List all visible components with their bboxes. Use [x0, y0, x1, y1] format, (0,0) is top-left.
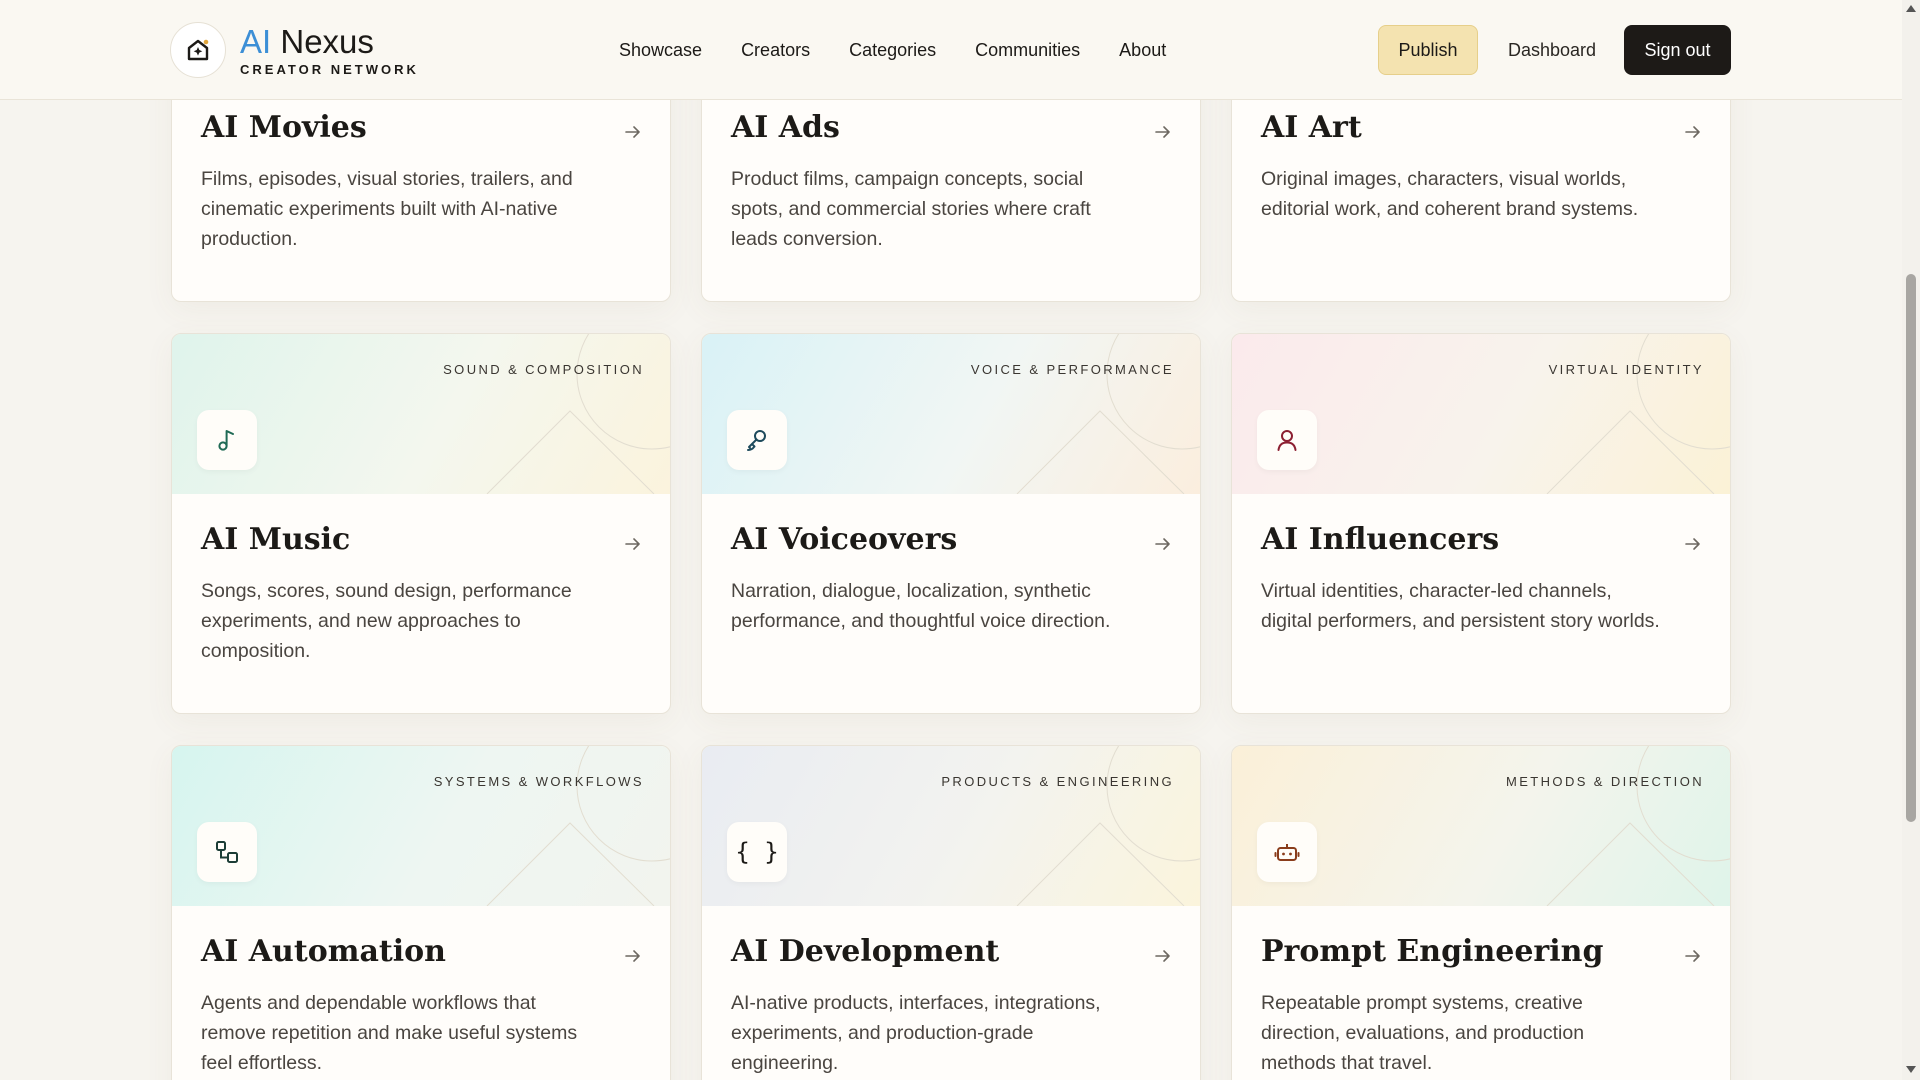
card-description: Films, episodes, visual stories, trailer…: [201, 168, 573, 250]
card-title: AI Automation: [201, 934, 446, 969]
brand-name: Nexus: [280, 23, 374, 60]
sign-out-button[interactable]: Sign out: [1624, 25, 1731, 75]
card-description: Narration, dialogue, localization, synth…: [731, 580, 1111, 632]
card-title: AI Movies: [201, 110, 367, 145]
card-tag: VOICE & PERFORMANCE: [970, 362, 1174, 377]
arrow-right-icon: [1685, 538, 1700, 550]
card-tag: VIRTUAL IDENTITY: [1548, 362, 1704, 377]
card-title: AI Ads: [731, 110, 840, 145]
card-tag: SYSTEMS & WORKFLOWS: [433, 774, 644, 789]
card-title: AI Influencers: [1261, 522, 1500, 557]
code-braces-icon: { }: [727, 822, 787, 882]
card-tag: PRODUCTS & ENGINEERING: [941, 774, 1174, 789]
workflow-icon: [197, 822, 257, 882]
dashboard-button[interactable]: Dashboard: [1500, 25, 1604, 75]
robot-icon: [1257, 822, 1317, 882]
category-card-prompt-engineering[interactable]: METHODS & DIRECTION Prompt Engineering R…: [1231, 745, 1731, 1080]
arrow-right-icon: [1155, 126, 1170, 138]
card-title: Prompt Engineering: [1261, 934, 1604, 969]
card-banner: VOICE & PERFORMANCE: [702, 334, 1200, 494]
nav-categories[interactable]: Categories: [849, 40, 936, 61]
brand-ai: AI: [240, 23, 272, 60]
brand-title: AI Nexus: [240, 24, 419, 60]
brand-subtitle: CREATOR NETWORK: [240, 62, 419, 77]
logo-icon[interactable]: [170, 22, 226, 78]
site-header: AI Nexus CREATOR NETWORK Showcase Creato…: [0, 0, 1902, 100]
card-banner: SOUND & COMPOSITION: [172, 334, 670, 494]
arrow-right-icon: [1685, 950, 1700, 962]
card-description: Agents and dependable workflows that rem…: [201, 992, 578, 1074]
arrow-right-icon: [1155, 950, 1170, 962]
nav-showcase[interactable]: Showcase: [619, 40, 702, 61]
arrow-right-icon: [625, 126, 640, 138]
card-title: AI Voiceovers: [731, 522, 958, 557]
nav-creators[interactable]: Creators: [741, 40, 810, 61]
card-description: AI-native products, interfaces, integrat…: [731, 992, 1101, 1074]
brand[interactable]: AI Nexus CREATOR NETWORK: [240, 24, 419, 78]
vertical-scrollbar[interactable]: [1902, 0, 1920, 1080]
scrollbar-thumb[interactable]: [1906, 274, 1916, 822]
category-card-ai-development[interactable]: PRODUCTS & ENGINEERING { } AI Developmen…: [701, 745, 1201, 1080]
card-title: AI Music: [201, 522, 351, 557]
arrow-right-icon: [1155, 538, 1170, 550]
category-card-ai-voiceovers[interactable]: VOICE & PERFORMANCE AI Voiceovers Narrat…: [701, 333, 1201, 714]
card-banner: VIRTUAL IDENTITY: [1232, 334, 1730, 494]
arrow-right-icon: [1685, 126, 1700, 138]
scroll-up-arrow-icon[interactable]: [1906, 5, 1916, 12]
card-description: Songs, scores, sound design, performance…: [201, 580, 572, 662]
card-title: AI Development: [731, 934, 1000, 969]
main-nav: Showcase Creators Categories Communities…: [619, 40, 1205, 61]
arrow-right-icon: [625, 950, 640, 962]
category-card-ai-automation[interactable]: SYSTEMS & WORKFLOWS AI Automation Agents…: [171, 745, 671, 1080]
microphone-icon: [727, 410, 787, 470]
card-banner: METHODS & DIRECTION: [1232, 746, 1730, 906]
music-note-icon: [197, 410, 257, 470]
nav-about[interactable]: About: [1119, 40, 1166, 61]
publish-button[interactable]: Publish: [1378, 25, 1478, 75]
card-description: Product films, campaign concepts, social…: [731, 168, 1091, 250]
card-banner: PRODUCTS & ENGINEERING { }: [702, 746, 1200, 906]
card-banner: SYSTEMS & WORKFLOWS: [172, 746, 670, 906]
card-tag: METHODS & DIRECTION: [1506, 774, 1704, 789]
user-icon: [1257, 410, 1317, 470]
arrow-right-icon: [625, 538, 640, 550]
scroll-down-arrow-icon[interactable]: [1906, 1066, 1916, 1073]
card-tag: SOUND & COMPOSITION: [443, 362, 644, 377]
category-card-ai-influencers[interactable]: VIRTUAL IDENTITY AI Influencers Virtual …: [1231, 333, 1731, 714]
card-description: Original images, characters, visual worl…: [1261, 168, 1639, 220]
card-title: AI Art: [1261, 110, 1362, 145]
nav-communities[interactable]: Communities: [975, 40, 1080, 61]
card-description: Repeatable prompt systems, creative dire…: [1261, 992, 1585, 1074]
category-card-ai-music[interactable]: SOUND & COMPOSITION AI Music Songs, scor…: [171, 333, 671, 714]
card-description: Virtual identities, character-led channe…: [1261, 580, 1660, 632]
